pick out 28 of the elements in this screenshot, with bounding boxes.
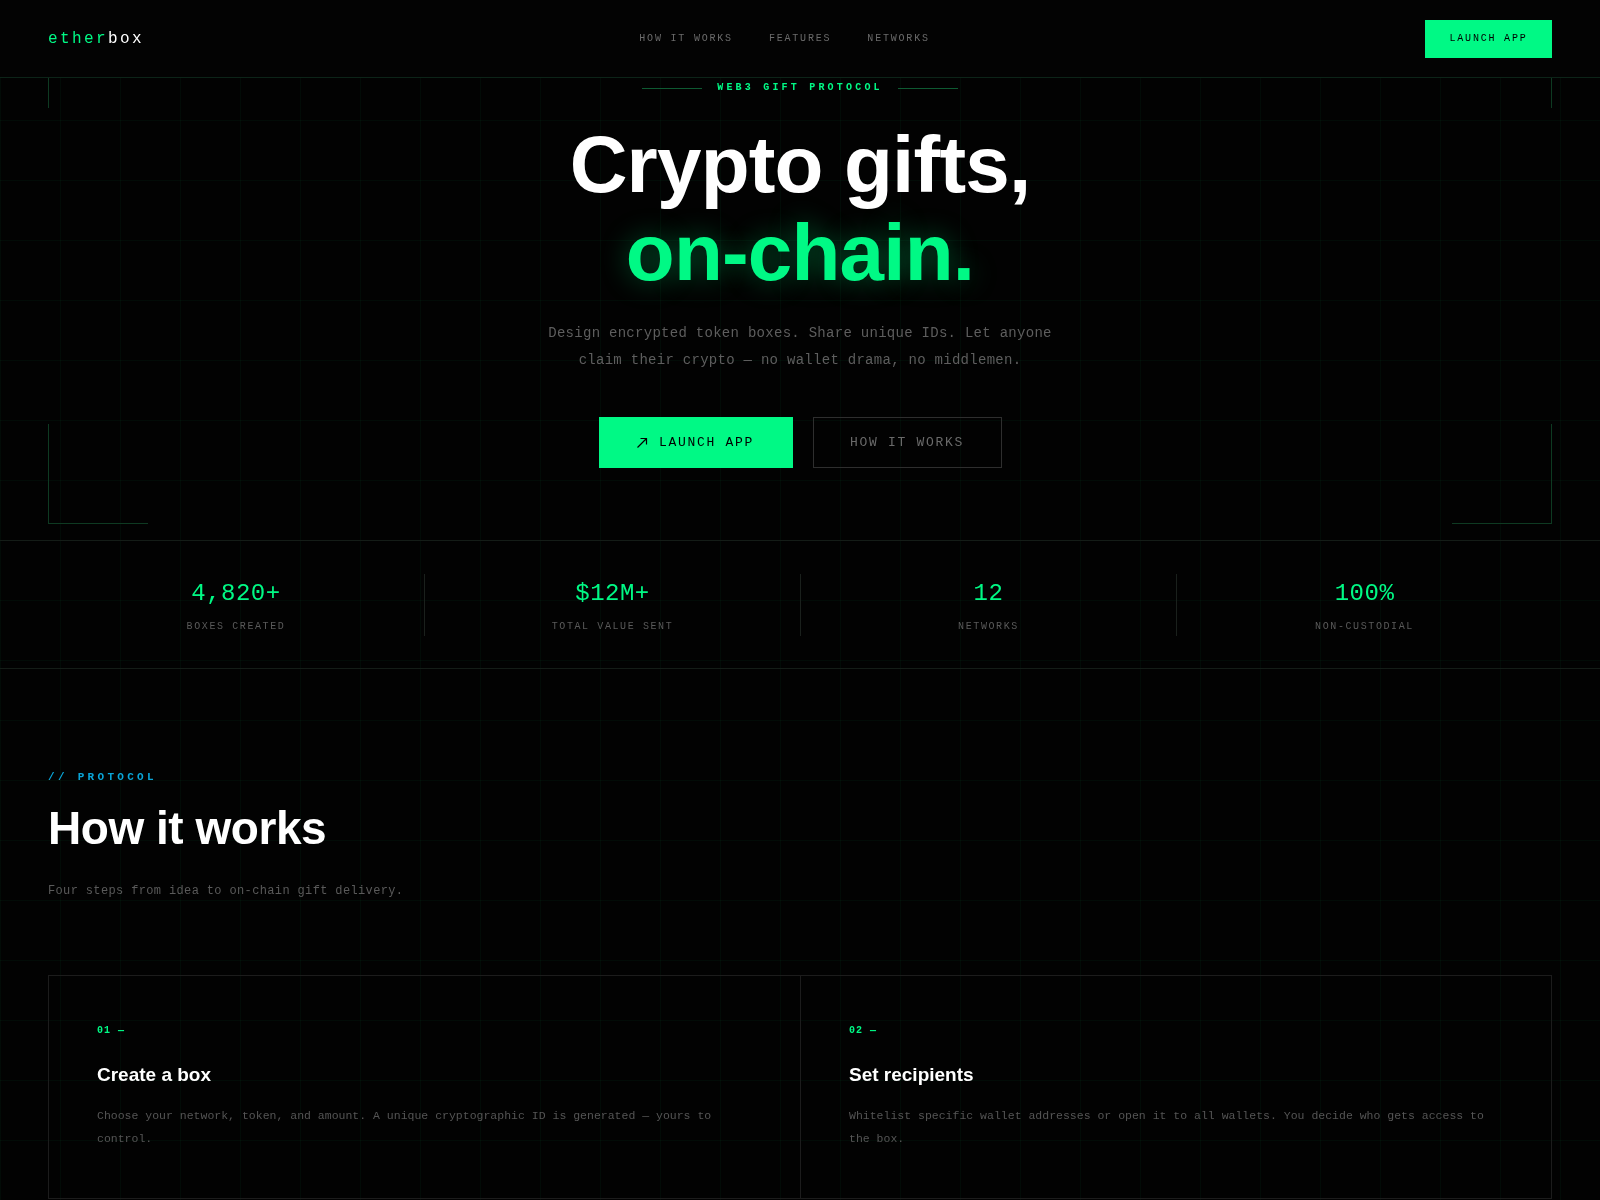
hero-title: Crypto gifts, on-chain. bbox=[569, 121, 1031, 297]
step-description: Choose your network, token, and amount. A unique cryptographic ID is generated — yours to control. bbox=[97, 1108, 713, 1147]
launch-app-button[interactable]: LAUNCH APP bbox=[1425, 19, 1552, 58]
stat-value: $12M+ bbox=[575, 579, 650, 609]
hero-subtitle: Design encrypted token boxes. Share unique IDs. Let anyone claim their crypto — no wallet drama, no middlemen. bbox=[547, 324, 1053, 370]
stat-value: 100% bbox=[1334, 579, 1395, 609]
nav-link[interactable]: NETWORKS bbox=[867, 31, 930, 46]
how-it-works-button[interactable]: HOW IT WORKS bbox=[812, 417, 1002, 468]
logo-link[interactable]: ether box bbox=[48, 26, 145, 51]
nav-link[interactable]: HOW IT WORKS bbox=[639, 31, 733, 46]
step-title: Set recipients bbox=[849, 1063, 974, 1087]
stat-value: 12 bbox=[973, 579, 1004, 609]
section-eyebrow: // PROTOCOL bbox=[48, 770, 157, 785]
launch-app-button[interactable]: LAUNCH APP bbox=[598, 417, 793, 468]
step-description: Whitelist specific wallet addresses or open it to all wallets. You decide who gets access to the box. bbox=[849, 1108, 1485, 1147]
stat-label: BOXES CREATED bbox=[186, 620, 286, 634]
step-title: Create a box bbox=[97, 1063, 212, 1087]
arrow-up-right-icon bbox=[637, 437, 648, 448]
hero-eyebrow: WEB3 GIFT PROTOCOL bbox=[717, 81, 883, 95]
step-number: 02 — bbox=[849, 1024, 877, 1038]
stat-value: 4,820+ bbox=[191, 579, 281, 609]
section-subtitle: Four steps from idea to on-chain gift delivery. bbox=[48, 883, 404, 900]
step-number: 01 — bbox=[97, 1024, 125, 1038]
stat-label: NON-CUSTODIAL bbox=[1315, 620, 1414, 634]
section-title: How it works bbox=[48, 801, 327, 856]
stat-label: NETWORKS bbox=[958, 620, 1019, 634]
nav-link[interactable]: FEATURES bbox=[768, 31, 832, 46]
stat-label: TOTAL VALUE SENT bbox=[551, 620, 674, 634]
